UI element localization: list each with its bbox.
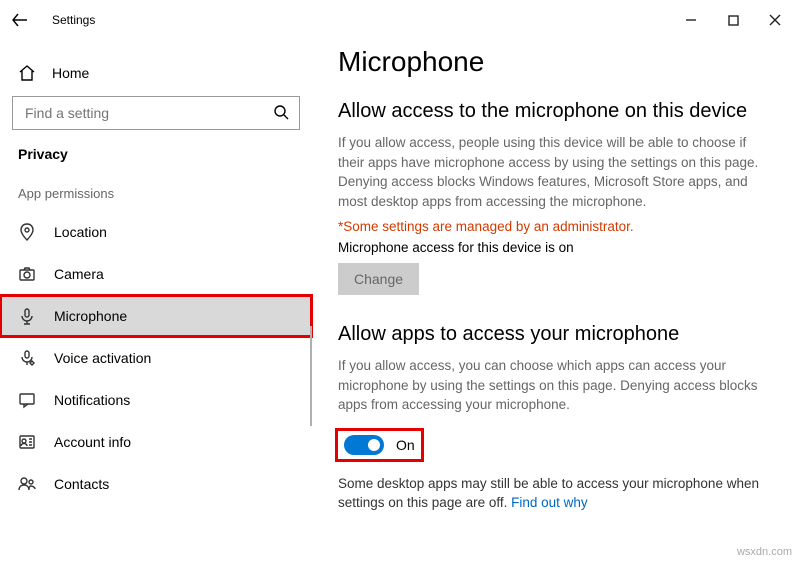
back-button[interactable] [0, 0, 40, 40]
toggle-knob [368, 439, 380, 451]
window-controls [670, 5, 800, 35]
camera-icon [18, 265, 36, 283]
maximize-button[interactable] [712, 5, 754, 35]
home-icon [18, 64, 36, 82]
toggle-label: On [396, 437, 415, 453]
contacts-icon [18, 475, 36, 493]
titlebar: Settings [0, 0, 800, 40]
search-input[interactable] [23, 104, 273, 122]
section1-heading: Allow access to the microphone on this d… [338, 100, 776, 123]
footer-note: Some desktop apps may still be able to a… [338, 475, 776, 513]
location-icon [18, 223, 36, 241]
nav-label: Notifications [54, 392, 130, 408]
minimize-button[interactable] [670, 5, 712, 35]
page-title: Microphone [338, 46, 776, 78]
search-box[interactable] [12, 96, 300, 130]
nav-label: Contacts [54, 476, 109, 492]
nav-label: Voice activation [54, 350, 151, 366]
section-label: App permissions [0, 186, 312, 211]
sidebar-item-camera[interactable]: Camera [0, 253, 312, 295]
change-button[interactable]: Change [338, 263, 419, 295]
sidebar-item-location[interactable]: Location [0, 211, 312, 253]
apps-access-toggle-row: On [338, 431, 421, 459]
main-pane: Microphone Allow access to the microphon… [312, 40, 800, 562]
close-button[interactable] [754, 5, 796, 35]
sidebar-item-account-info[interactable]: Account info [0, 421, 312, 463]
device-status: Microphone access for this device is on [338, 240, 776, 255]
section2-body: If you allow access, you can choose whic… [338, 356, 776, 415]
nav-label: Account info [54, 434, 131, 450]
account-icon [18, 433, 36, 451]
sidebar-item-notifications[interactable]: Notifications [0, 379, 312, 421]
watermark: wsxdn.com [737, 546, 792, 558]
window-title: Settings [40, 13, 95, 27]
sidebar-item-voice-activation[interactable]: Voice activation [0, 337, 312, 379]
microphone-icon [18, 307, 36, 325]
search-icon [273, 104, 289, 123]
breadcrumb: Privacy [0, 146, 312, 186]
find-out-why-link[interactable]: Find out why [511, 495, 588, 510]
section2-heading: Allow apps to access your microphone [338, 323, 776, 346]
sidebar: Home Privacy App permissions Location Ca… [0, 40, 312, 562]
nav-label: Camera [54, 266, 104, 282]
home-label: Home [52, 65, 89, 81]
apps-access-toggle[interactable] [344, 435, 384, 455]
section1-body: If you allow access, people using this d… [338, 133, 776, 211]
sidebar-item-contacts[interactable]: Contacts [0, 463, 312, 505]
nav-label: Microphone [54, 308, 127, 324]
sidebar-home[interactable]: Home [0, 56, 312, 96]
admin-warning: *Some settings are managed by an adminis… [338, 219, 776, 234]
sidebar-item-microphone[interactable]: Microphone [0, 295, 312, 337]
voice-icon [18, 349, 36, 367]
nav-label: Location [54, 224, 107, 240]
notifications-icon [18, 391, 36, 409]
